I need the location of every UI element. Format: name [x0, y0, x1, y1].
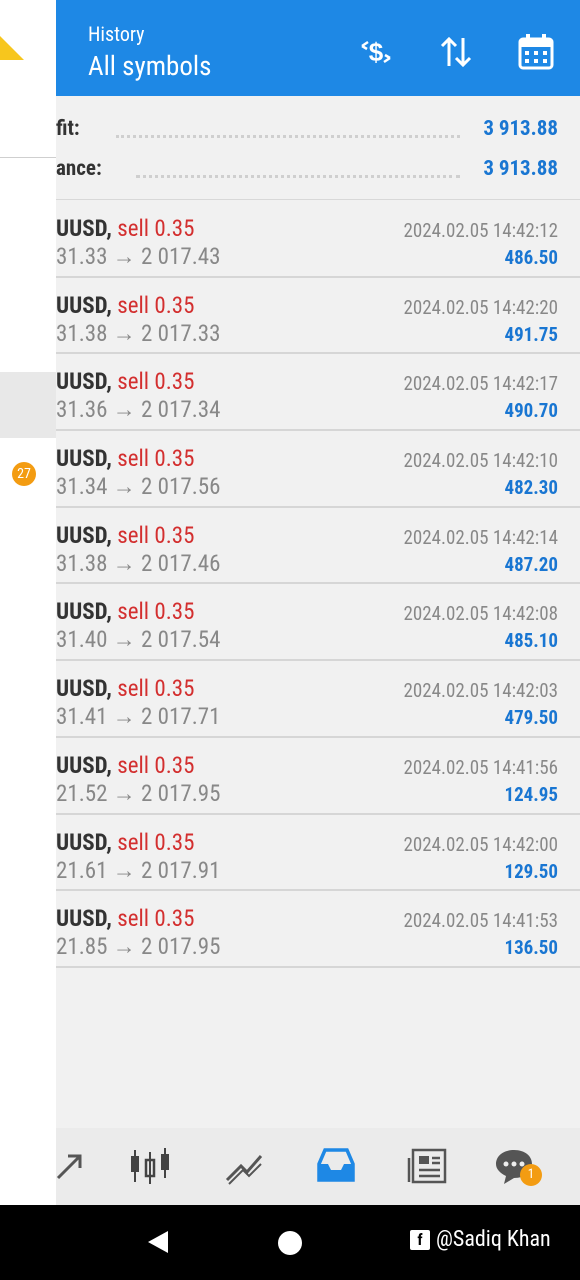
trade-symbol: UUSD, — [56, 368, 112, 396]
quotes-chart-icon[interactable] — [128, 1144, 172, 1188]
trade-prices: 21.61 → 2 017.91 — [56, 856, 221, 884]
notification-badge: 27 — [12, 462, 36, 486]
trade-profit: 485.10 — [504, 629, 558, 653]
side-drawer: Real 27 — [0, 0, 56, 1205]
trade-side: sell 0.35 — [117, 215, 195, 242]
app-header: History All symbols $ — [0, 0, 580, 96]
trade-profit: 124.95 — [504, 782, 558, 806]
trade-prices: 21.85 → 2 017.95 — [56, 933, 221, 961]
profit-row: fit: 3 913.88 — [56, 117, 580, 147]
trade-profit: 487.20 — [504, 552, 558, 576]
sort-icon[interactable] — [434, 30, 478, 74]
trade-prices: 31.34 → 2 017.56 — [56, 473, 221, 501]
profit-value: 3 913.88 — [483, 117, 558, 141]
history-icon[interactable] — [314, 1144, 358, 1188]
real-account-label: Real — [11, 5, 41, 35]
trade-row[interactable]: UUSD, sell 0.35 31.38 → 2 017.33 2024.02… — [56, 277, 580, 355]
dotted-leader — [116, 135, 460, 138]
trade-row[interactable]: UUSD, sell 0.35 21.61 → 2 017.91 2024.02… — [56, 814, 580, 892]
trade-prices: 21.52 → 2 017.95 — [56, 779, 221, 807]
trade-side: sell 0.35 — [117, 445, 195, 473]
history-summary: fit: 3 913.88 ance: 3 913.88 — [56, 96, 580, 200]
deposit-withdrawal-icon[interactable]: $ — [354, 30, 398, 74]
drawer-selected-item[interactable] — [0, 372, 56, 438]
trade-symbol: UUSD, — [56, 291, 112, 319]
trade-prices: 31.36 → 2 017.34 — [56, 396, 221, 424]
trade-row[interactable]: UUSD, sell 0.35 21.85 → 2 017.95 2024.02… — [56, 891, 580, 968]
balance-row: ance: 3 913.88 — [56, 157, 580, 187]
trade-side: sell 0.35 — [117, 751, 195, 779]
trade-profit: 491.75 — [504, 322, 558, 346]
trade-profit: 490.70 — [504, 399, 558, 423]
trade-row[interactable]: UUSD, sell 0.35 31.33 → 2 017.43 2024.02… — [56, 201, 580, 278]
trade-time: 2024.02.05 14:42:03 — [403, 679, 558, 703]
trade-time: 2024.02.05 14:42:08 — [403, 602, 558, 626]
trade-time: 2024.02.05 14:42:00 — [403, 832, 558, 856]
trade-row[interactable]: UUSD, sell 0.35 31.40 → 2 017.54 2024.02… — [56, 584, 580, 662]
trade-time: 2024.02.05 14:42:12 — [403, 219, 558, 242]
trade-profit: 129.50 — [504, 859, 558, 883]
trade-symbol: UUSD, — [56, 215, 112, 242]
trade-profit: 136.50 — [504, 936, 558, 960]
trade-side: sell 0.35 — [117, 291, 195, 319]
trade-side: sell 0.35 — [117, 905, 195, 933]
bottom-nav: 1 — [56, 1128, 580, 1205]
news-icon[interactable] — [406, 1144, 450, 1188]
trade-side: sell 0.35 — [117, 368, 195, 396]
watermark: f @Sadiq Khan — [410, 1227, 551, 1252]
trade-row[interactable]: UUSD, sell 0.35 21.52 → 2 017.95 2024.02… — [56, 737, 580, 815]
page-title: History — [88, 22, 145, 46]
trade-profit: 482.30 — [504, 476, 558, 500]
dotted-leader — [136, 175, 460, 178]
trade-symbol: UUSD, — [56, 828, 112, 856]
symbol-filter[interactable]: All symbols — [88, 50, 211, 82]
trade-side: sell 0.35 — [117, 675, 195, 703]
trade-prices: 31.38 → 2 017.33 — [56, 319, 221, 347]
messages-badge: 1 — [520, 1164, 542, 1186]
trade-row[interactable]: UUSD, sell 0.35 31.36 → 2 017.34 2024.02… — [56, 354, 580, 432]
trade-row[interactable]: UUSD, sell 0.35 31.34 → 2 017.56 2024.02… — [56, 431, 580, 508]
profit-label: fit: — [56, 117, 80, 141]
trade-symbol: UUSD, — [56, 675, 112, 703]
trade-side: sell 0.35 — [117, 521, 195, 549]
trade-time: 2024.02.05 14:41:53 — [403, 909, 558, 933]
trade-prices: 31.38 → 2 017.46 — [56, 549, 221, 577]
trade-symbol: UUSD, — [56, 521, 112, 549]
balance-value: 3 913.88 — [483, 157, 558, 181]
real-account-badge: Real — [0, 0, 60, 60]
trade-profit: 479.50 — [504, 706, 558, 730]
trade-symbol: UUSD, — [56, 905, 112, 933]
facebook-icon: f — [410, 1229, 430, 1250]
trade-row[interactable]: UUSD, sell 0.35 31.41 → 2 017.71 2024.02… — [56, 661, 580, 738]
trade-list: UUSD, sell 0.35 31.33 → 2 017.43 2024.02… — [56, 201, 580, 968]
trade-side: sell 0.35 — [117, 598, 195, 626]
home-icon[interactable] — [278, 1231, 302, 1255]
trade-symbol: UUSD, — [56, 445, 112, 473]
trade-prices: 31.40 → 2 017.54 — [56, 626, 221, 654]
trade-symbol: UUSD, — [56, 751, 112, 779]
messages-icon[interactable]: 1 — [492, 1144, 542, 1188]
back-icon[interactable] — [146, 1229, 170, 1255]
app-root: History All symbols $ fit: 3 913.88 ance… — [0, 0, 580, 1280]
trade-time: 2024.02.05 14:42:20 — [403, 295, 558, 319]
drawer-divider — [0, 157, 56, 158]
chart-icon[interactable] — [222, 1144, 266, 1188]
balance-label: ance: — [56, 157, 102, 181]
trade-time: 2024.02.05 14:42:10 — [403, 449, 558, 473]
trade-row[interactable]: UUSD, sell 0.35 31.38 → 2 017.46 2024.02… — [56, 507, 580, 585]
trade-profit: 486.50 — [504, 246, 558, 269]
trade-side: sell 0.35 — [117, 828, 195, 856]
trade-time: 2024.02.05 14:41:56 — [403, 755, 558, 779]
trade-prices: 31.33 → 2 017.43 — [56, 243, 221, 270]
trade-time: 2024.02.05 14:42:17 — [403, 372, 558, 396]
svg-text:$: $ — [369, 37, 384, 67]
system-nav-bar: f @Sadiq Khan — [0, 1205, 580, 1280]
calendar-icon[interactable] — [514, 30, 558, 74]
trade-symbol: UUSD, — [56, 598, 112, 626]
watermark-text: @Sadiq Khan — [436, 1227, 551, 1252]
trade-time: 2024.02.05 14:42:14 — [403, 525, 558, 549]
trade-prices: 31.41 → 2 017.71 — [56, 703, 221, 731]
